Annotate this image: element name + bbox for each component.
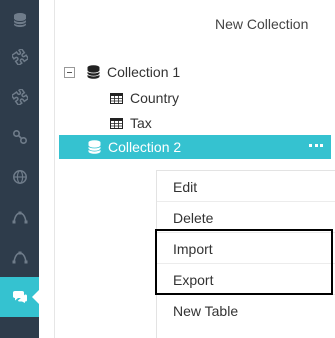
gutter <box>39 0 54 338</box>
highlight-box <box>155 229 333 295</box>
more-options-icon[interactable] <box>309 144 323 148</box>
tree-node-table-country[interactable]: Country <box>110 90 179 106</box>
sidebar-item-puzzle-alt[interactable] <box>0 77 39 117</box>
tree-node-label: Collection 1 <box>107 64 181 80</box>
database-icon <box>88 140 101 154</box>
vector-alt-icon <box>12 251 27 264</box>
chat-icon <box>12 291 27 303</box>
vector-icon <box>12 211 27 224</box>
tree-node-collection-1[interactable]: Collection 1 <box>64 64 180 80</box>
tree-node-label: Country <box>130 90 180 106</box>
new-collection-button[interactable]: New Collection <box>215 16 308 32</box>
sidebar-item-globe[interactable] <box>0 157 39 197</box>
table-icon <box>110 92 123 104</box>
puzzle-alt-icon <box>11 89 28 105</box>
puzzle-icon <box>11 49 28 65</box>
tree-node-table-tax[interactable]: Tax <box>110 115 152 131</box>
menu-item-new-table[interactable]: New Table <box>157 295 335 326</box>
sidebar-item-link[interactable] <box>0 117 39 157</box>
database-icon <box>13 13 26 27</box>
sidebar-item-chat[interactable] <box>0 277 40 317</box>
globe-icon <box>12 170 27 184</box>
link-icon <box>12 129 27 145</box>
sidebar-item-vector[interactable] <box>0 197 39 237</box>
sidebar-item-database[interactable] <box>0 0 39 40</box>
sidebar-item-puzzle[interactable] <box>0 37 39 77</box>
table-icon <box>110 117 123 129</box>
panel-divider <box>54 0 55 338</box>
tree-node-label: Tax <box>130 115 152 131</box>
sidebar <box>0 0 40 338</box>
tree-node-label: Collection 2 <box>108 139 182 155</box>
menu-item-edit[interactable]: Edit <box>157 171 335 202</box>
collapse-icon[interactable] <box>64 66 75 78</box>
database-icon <box>87 65 100 79</box>
sidebar-item-vector-alt[interactable] <box>0 237 39 277</box>
